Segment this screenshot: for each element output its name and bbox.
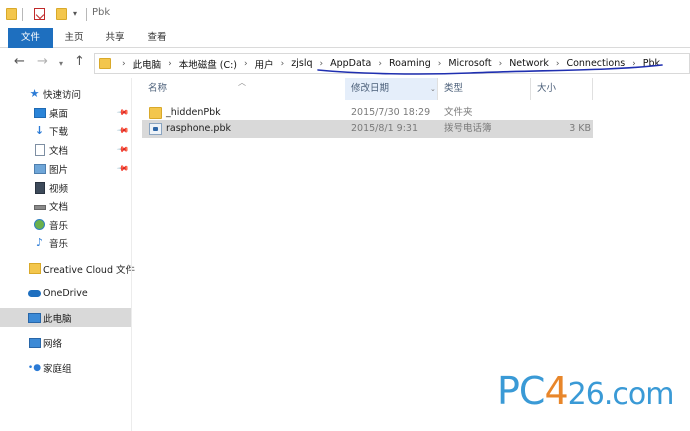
table-row[interactable]: rasphone.pbk 2015/8/1 9:31 拨号电话簿 3 KB (142, 120, 593, 138)
pin-icon[interactable]: 📌 (116, 106, 129, 119)
sidebar-item-homegroup[interactable]: •● 家庭组 (0, 358, 131, 377)
breadcrumb-appdata[interactable]: AppData (330, 58, 371, 69)
star-icon: ★ (29, 86, 40, 100)
tab-view[interactable]: 查看 (139, 28, 175, 48)
breadcrumb-connections[interactable]: Connections (566, 58, 625, 69)
onedrive-icon (28, 288, 41, 300)
music-disc-icon (33, 219, 46, 231)
chevron-right-icon[interactable]: › (556, 59, 560, 69)
tab-home[interactable]: 主页 (56, 28, 92, 48)
desktop-icon (33, 107, 46, 119)
pin-icon[interactable]: 📌 (116, 162, 129, 175)
file-size: 3 KB (569, 123, 591, 134)
forward-arrow-icon[interactable]: → (37, 54, 48, 70)
chevron-right-icon[interactable]: › (281, 59, 285, 69)
tab-file[interactable]: 文件 (8, 28, 53, 48)
drive-icon (33, 200, 46, 212)
phonebook-file-icon (149, 123, 162, 135)
sidebar-item-network[interactable]: 网络 (0, 333, 131, 352)
sidebar-item-documents[interactable]: 文档 📌 (0, 140, 131, 159)
pin-icon[interactable]: 📌 (116, 124, 129, 137)
video-icon (33, 181, 46, 194)
picture-icon (33, 163, 46, 175)
sidebar-item-music[interactable]: ♪ 音乐 (0, 233, 131, 252)
sidebar-item-videos[interactable]: 视频 (0, 178, 131, 197)
file-name: rasphone.pbk (166, 123, 231, 134)
window-title: Pbk (92, 7, 111, 18)
chevron-right-icon[interactable]: › (122, 59, 126, 69)
column-header-name[interactable]: 名称 (142, 78, 345, 100)
breadcrumb-microsoft[interactable]: Microsoft (448, 58, 491, 69)
breadcrumb-users[interactable]: 用户 (255, 57, 274, 71)
navigation-pane: ★ 快速访问 桌面 📌 ↓ 下载 📌 文档 📌 图片 📌 视频 文档 音乐 ♪ … (0, 78, 135, 431)
up-arrow-icon[interactable]: ↑ (74, 54, 85, 70)
chevron-right-icon[interactable]: › (320, 59, 324, 69)
creative-cloud-icon (28, 263, 41, 275)
breadcrumb-this-pc[interactable]: 此电脑 (133, 57, 162, 71)
column-header-date[interactable]: 修改日期 (345, 78, 438, 100)
properties-icon[interactable] (34, 8, 45, 20)
navigation-bar: ← → ▾ ↑ › 此电脑 › 本地磁盘 (C:) › 用户 › zjslq ›… (0, 48, 690, 78)
sidebar-item-this-pc[interactable]: 此电脑 (0, 308, 131, 327)
sidebar-item-desktop[interactable]: 桌面 📌 (0, 103, 131, 122)
network-icon (28, 337, 41, 349)
computer-icon (28, 312, 41, 324)
sidebar-item-creative-cloud[interactable]: Creative Cloud 文件 (0, 259, 135, 278)
customize-toolbar-icon[interactable]: ▾ (73, 9, 77, 18)
address-bar[interactable]: › 此电脑 › 本地磁盘 (C:) › 用户 › zjslq › AppData… (94, 53, 690, 74)
toolbar-divider (22, 8, 23, 21)
chevron-right-icon[interactable]: › (632, 59, 636, 69)
download-icon: ↓ (34, 123, 45, 137)
breadcrumb-user[interactable]: zjslq (291, 58, 312, 69)
music-note-icon: ♪ (35, 235, 44, 249)
folder-icon (149, 107, 162, 119)
breadcrumb: › 此电脑 › 本地磁盘 (C:) › 用户 › zjslq › AppData… (115, 54, 660, 73)
file-date: 2015/8/1 9:31 (351, 123, 419, 134)
breadcrumb-local-disk[interactable]: 本地磁盘 (C:) (179, 57, 237, 71)
file-type: 拨号电话簿 (444, 123, 492, 134)
chevron-right-icon[interactable]: › (378, 59, 382, 69)
sidebar-item-music-disc[interactable]: 音乐 (0, 215, 131, 234)
chevron-right-icon[interactable]: › (499, 59, 503, 69)
document-icon (33, 143, 46, 156)
sidebar-item-quick-access[interactable]: ★ 快速访问 (0, 84, 131, 103)
pin-icon[interactable]: 📌 (116, 143, 129, 156)
sidebar-item-downloads[interactable]: ↓ 下载 📌 (0, 121, 131, 140)
chevron-down-icon[interactable]: ⌄ (430, 78, 436, 100)
breadcrumb-roaming[interactable]: Roaming (389, 58, 431, 69)
ribbon-tabs: 文件 主页 共享 查看 (0, 28, 690, 48)
chevron-right-icon[interactable]: › (168, 59, 172, 69)
sidebar-item-onedrive[interactable]: OneDrive (0, 284, 131, 303)
toolbar-divider (86, 8, 87, 21)
column-header-size[interactable]: 大小 (531, 78, 593, 100)
new-folder-icon[interactable] (56, 8, 67, 20)
homegroup-icon: •● (27, 362, 42, 373)
watermark-logo: PC426.com (497, 369, 674, 413)
folder-icon (6, 8, 17, 20)
back-arrow-icon[interactable]: ← (14, 54, 25, 70)
sidebar-item-drive-documents[interactable]: 文档 (0, 196, 131, 215)
title-bar: ▾ Pbk (0, 0, 690, 28)
breadcrumb-pbk[interactable]: Pbk (643, 58, 660, 69)
recent-locations-icon[interactable]: ▾ (59, 56, 63, 72)
folder-icon (99, 58, 111, 69)
breadcrumb-network[interactable]: Network (509, 58, 549, 69)
chevron-right-icon[interactable]: › (438, 59, 442, 69)
tab-share[interactable]: 共享 (97, 28, 133, 48)
sidebar-item-pictures[interactable]: 图片 📌 (0, 159, 131, 178)
chevron-right-icon[interactable]: › (244, 59, 248, 69)
column-header-type[interactable]: 类型 (438, 78, 531, 100)
